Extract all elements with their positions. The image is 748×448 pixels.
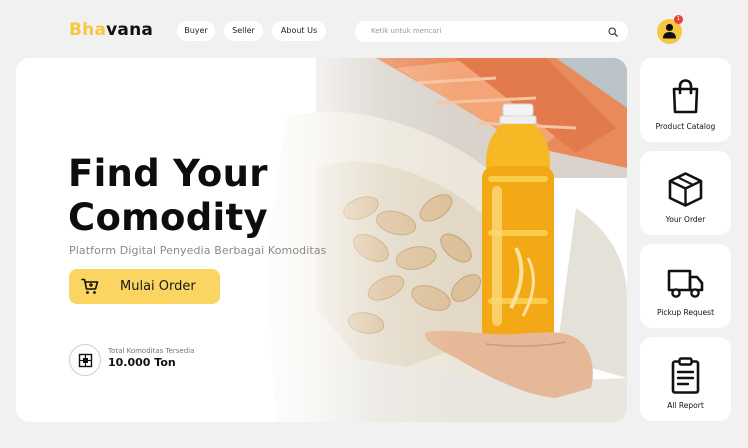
hero-banner: Find Your Comodity Platform Digital Peny… <box>16 58 627 422</box>
hero-title-line1: Find Your <box>68 152 268 195</box>
nav-buyer[interactable]: Buyer <box>177 21 215 41</box>
search-placeholder: Ketik untuk mencari <box>371 27 442 35</box>
card-all-report[interactable]: All Report <box>640 337 731 421</box>
warehouse-icon <box>78 353 93 368</box>
search-input[interactable]: Ketik untuk mencari <box>355 21 628 42</box>
card-label-your-order: Your Order <box>665 215 706 224</box>
start-order-button[interactable]: Mulai Order <box>69 269 220 304</box>
commodity-stock-icon-wrap <box>69 344 101 376</box>
hero-title-line2: Comodity <box>68 196 268 239</box>
card-label-product-catalog: Product Catalog <box>655 122 716 131</box>
card-label-pickup-request: Pickup Request <box>656 308 715 317</box>
brand-logo[interactable]: Bhavana <box>69 20 153 40</box>
stat-value: 10.000 Ton <box>108 356 176 369</box>
logo-rest-text: vana <box>106 20 154 40</box>
nav-about-us[interactable]: About Us <box>272 21 326 41</box>
hero-title: Find Your Comodity <box>68 152 268 240</box>
logo-accent-text: Bha <box>69 20 107 40</box>
clipboard-icon <box>671 357 700 394</box>
card-pickup-request[interactable]: Pickup Request <box>640 244 731 328</box>
card-your-order[interactable]: Your Order <box>640 151 731 235</box>
card-label-all-report: All Report <box>667 401 704 410</box>
notification-badge[interactable]: 1 <box>674 15 683 24</box>
hero-subtitle: Platform Digital Penyedia Berbagai Komod… <box>69 244 327 257</box>
card-product-catalog[interactable]: Product Catalog <box>640 58 731 142</box>
search-icon[interactable] <box>608 27 618 37</box>
truck-icon <box>667 269 704 298</box>
user-icon <box>663 23 676 39</box>
shopping-bag-icon <box>672 79 699 114</box>
start-order-label: Mulai Order <box>120 279 196 294</box>
nav-seller[interactable]: Seller <box>224 21 263 41</box>
cart-icon <box>81 278 99 294</box>
stat-label: Total Komoditas Tersedia <box>108 347 195 355</box>
box-icon <box>668 172 703 207</box>
